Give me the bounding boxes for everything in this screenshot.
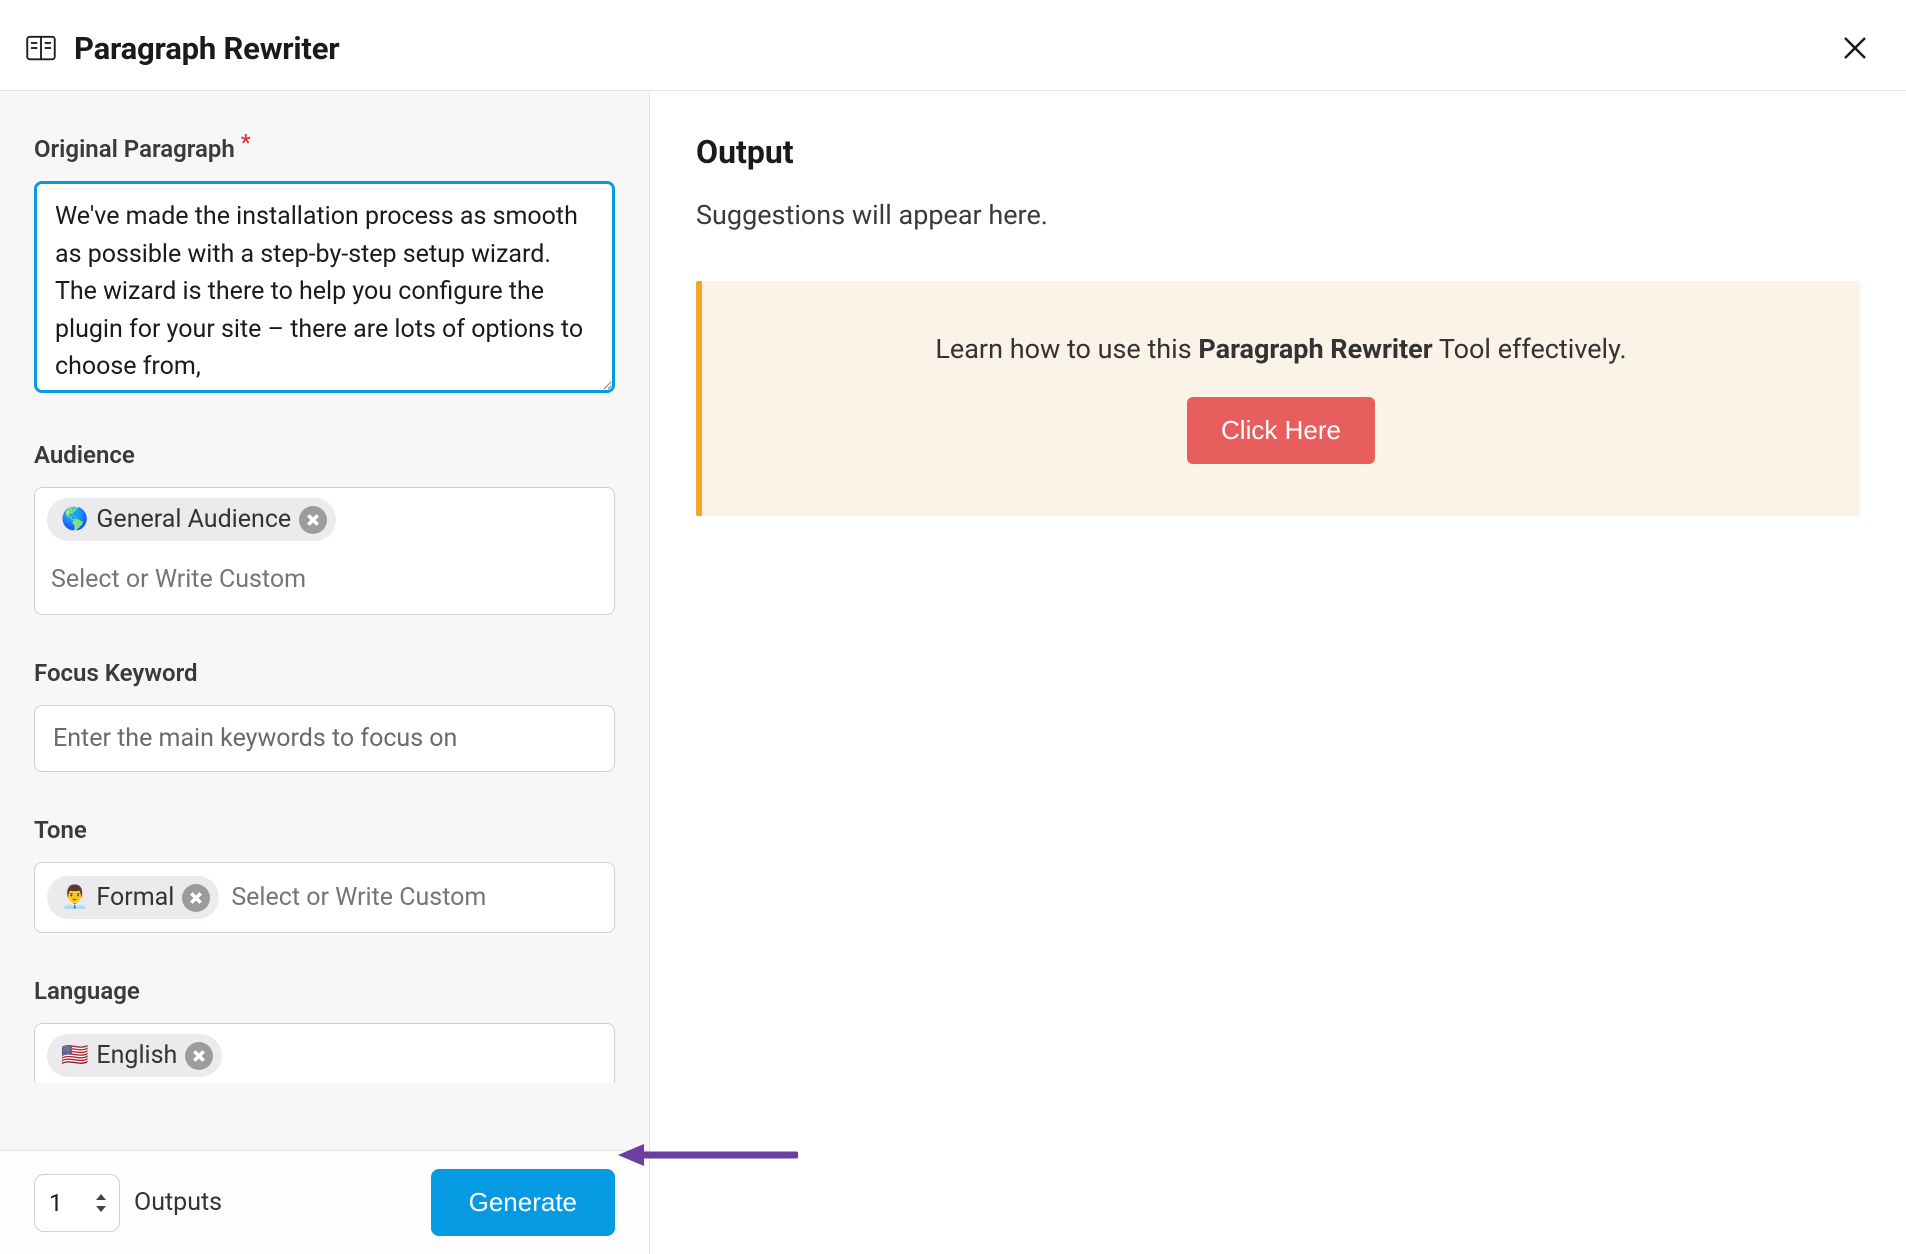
- footer-bar: 1 Outputs Generate: [0, 1150, 649, 1254]
- language-chip: 🇺🇸 English: [47, 1034, 222, 1077]
- step-down[interactable]: [93, 1203, 109, 1215]
- field-language: Language 🇺🇸 English: [34, 977, 615, 1083]
- right-panel: Output Suggestions will appear here. Lea…: [650, 90, 1906, 1254]
- callout-text: Learn how to use this Paragraph Rewriter…: [742, 333, 1820, 365]
- outputs-label: Outputs: [134, 1188, 222, 1217]
- person-icon: 👨‍💼: [61, 885, 88, 910]
- form-scroll: Original Paragraph * Audience 🌎 General …: [0, 91, 649, 1150]
- generate-button[interactable]: Generate: [431, 1169, 615, 1236]
- focus-keyword-label: Focus Keyword: [34, 659, 615, 687]
- quantity-stepper[interactable]: [93, 1191, 109, 1215]
- close-button[interactable]: [1838, 31, 1872, 65]
- outputs-count-input[interactable]: 1: [34, 1174, 120, 1232]
- language-label: Language: [34, 977, 615, 1005]
- audience-chip-remove[interactable]: [299, 506, 327, 534]
- audience-chip: 🌎 General Audience: [47, 498, 336, 541]
- field-tone: Tone 👨‍💼 Formal: [34, 816, 615, 933]
- chip-text: English: [96, 1041, 177, 1070]
- click-here-button[interactable]: Click Here: [1187, 397, 1375, 464]
- flag-us-icon: 🇺🇸: [61, 1043, 88, 1068]
- outputs-value: 1: [49, 1189, 63, 1217]
- chip-text: General Audience: [96, 505, 291, 534]
- tone-text-input[interactable]: [227, 873, 602, 922]
- globe-icon: 🌎: [61, 507, 88, 532]
- field-focus-keyword: Focus Keyword: [34, 659, 615, 772]
- original-paragraph-textarea[interactable]: [34, 181, 615, 393]
- tone-input[interactable]: 👨‍💼 Formal: [34, 862, 615, 933]
- left-panel: Original Paragraph * Audience 🌎 General …: [0, 90, 650, 1254]
- page-title: Paragraph Rewriter: [74, 30, 339, 67]
- callout-pre: Learn how to use this: [935, 333, 1198, 365]
- audience-text-input[interactable]: [47, 555, 602, 604]
- tone-label: Tone: [34, 816, 615, 844]
- required-asterisk: *: [241, 133, 251, 155]
- outputs-group: 1 Outputs: [34, 1174, 222, 1232]
- audience-label: Audience: [34, 441, 615, 469]
- audience-input[interactable]: 🌎 General Audience: [34, 487, 615, 615]
- label-text: Original Paragraph: [34, 135, 235, 163]
- field-audience: Audience 🌎 General Audience: [34, 441, 615, 615]
- output-hint: Suggestions will appear here.: [696, 199, 1860, 231]
- header-left: Paragraph Rewriter: [26, 30, 339, 67]
- language-chip-remove[interactable]: [185, 1042, 213, 1070]
- help-callout: Learn how to use this Paragraph Rewriter…: [696, 281, 1860, 516]
- callout-bold: Paragraph Rewriter: [1198, 333, 1432, 365]
- original-paragraph-label: Original Paragraph *: [34, 135, 615, 163]
- field-original-paragraph: Original Paragraph *: [34, 135, 615, 397]
- book-icon: [26, 35, 56, 61]
- main: Original Paragraph * Audience 🌎 General …: [0, 90, 1906, 1254]
- chip-text: Formal: [96, 883, 174, 912]
- tone-chip: 👨‍💼 Formal: [47, 876, 219, 919]
- step-up[interactable]: [93, 1191, 109, 1203]
- focus-keyword-input[interactable]: [34, 705, 615, 772]
- header: Paragraph Rewriter: [0, 0, 1906, 90]
- language-input[interactable]: 🇺🇸 English: [34, 1023, 615, 1083]
- output-title: Output: [696, 133, 1860, 171]
- tone-chip-remove[interactable]: [182, 884, 210, 912]
- callout-post: Tool effectively.: [1433, 333, 1627, 365]
